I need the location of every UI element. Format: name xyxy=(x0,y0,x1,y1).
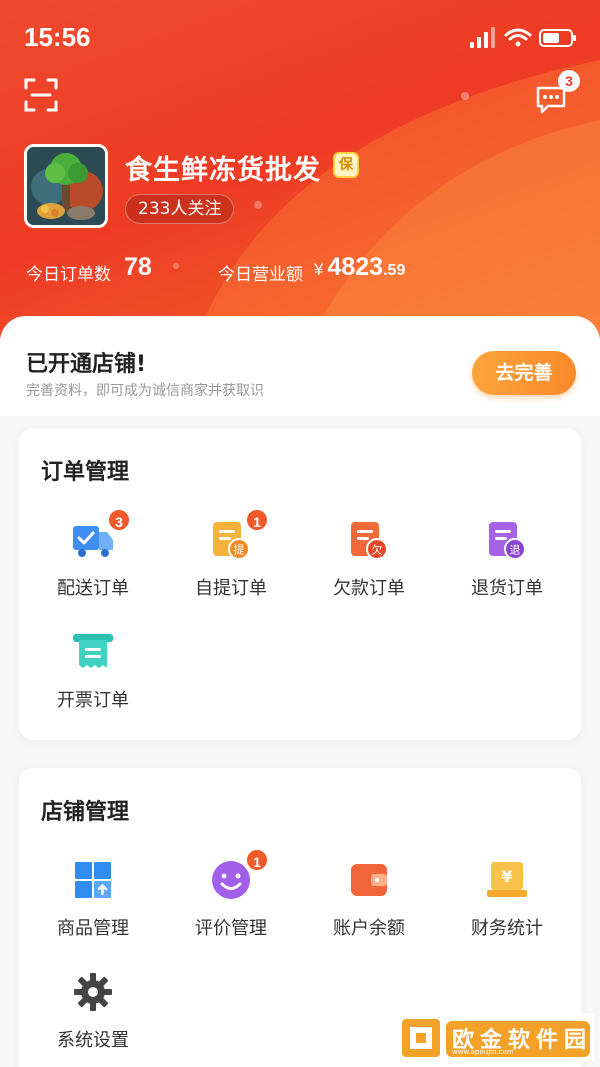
system-settings-label: 系统设置 xyxy=(57,1030,129,1051)
status-icons xyxy=(470,27,576,48)
invoice-orders-item[interactable]: 开票订单 xyxy=(23,632,163,728)
review-management-item[interactable]: 1 评价管理 xyxy=(161,848,301,956)
battery-icon xyxy=(539,29,576,47)
main-content: 已开通店铺! 完善资料，即可成为诚信商家并获取识 去完善 订单管理 3 配送订单 xyxy=(0,316,600,1067)
store-opened-banner: 已开通店铺! 完善资料，即可成为诚信商家并获取识 去完善 xyxy=(0,316,600,416)
status-time: 15:56 xyxy=(24,22,91,52)
promo-subtitle: 完善资料，即可成为诚信商家并获取识 xyxy=(26,383,264,399)
pickup-orders-item[interactable]: 提 1 自提订单 xyxy=(161,508,301,616)
shop-logo-tree-icon xyxy=(27,147,105,225)
account-balance-item[interactable]: 账户余额 xyxy=(299,860,439,956)
product-management-item[interactable]: 商品管理 xyxy=(23,860,163,956)
status-bar: 15:56 xyxy=(0,0,600,72)
debt-icon-text: 欠 xyxy=(372,543,383,557)
shop-name: 食生鲜冻货批发 xyxy=(125,155,321,186)
finance-icon-text: ¥ xyxy=(501,867,512,886)
return-orders-label: 退货订单 xyxy=(471,578,543,599)
delivery-truck-icon xyxy=(73,526,113,557)
account-balance-label: 账户余额 xyxy=(333,918,405,939)
pickup-orders-label: 自提订单 xyxy=(195,578,267,599)
debt-orders-item[interactable]: 欠 欠款订单 xyxy=(299,520,439,616)
finance-stats-label: 财务统计 xyxy=(471,918,543,939)
followers-count[interactable]: 233人关注 xyxy=(125,194,235,224)
store-management-title: 店铺管理 xyxy=(41,800,130,825)
message-button[interactable]: 3 xyxy=(534,70,580,114)
today-revenue-value: ¥4823.59 xyxy=(314,253,405,282)
guarantee-badge: 保 xyxy=(333,152,359,178)
system-settings-item[interactable]: 系统设置 xyxy=(23,972,163,1067)
debt-order-icon: 欠 xyxy=(351,522,388,560)
finance-icon: ¥ xyxy=(487,862,527,897)
pickup-orders-badge: 1 xyxy=(245,508,269,532)
product-grid-icon xyxy=(75,862,111,898)
invoice-orders-label: 开票订单 xyxy=(57,690,129,711)
message-count-badge: 3 xyxy=(558,70,580,92)
watermark-url: www.apoujin.com xyxy=(452,1048,514,1056)
gear-icon xyxy=(74,973,112,1011)
revenue-currency: ¥ xyxy=(314,260,324,279)
scan-button[interactable] xyxy=(24,78,58,112)
wifi-icon xyxy=(504,28,532,47)
promo-title: 已开通店铺! xyxy=(26,352,147,377)
delivery-orders-item[interactable]: 3 配送订单 xyxy=(23,508,163,616)
site-watermark: 欧金软件园 www.apoujin.com xyxy=(398,1013,594,1063)
invoice-icon xyxy=(73,634,113,668)
product-management-label: 商品管理 xyxy=(57,918,129,939)
order-management-title: 订单管理 xyxy=(41,460,130,485)
order-management-card: 订单管理 3 配送订单 提 1 自提订单 欠 欠款订单 退 退货订单 开票订单 xyxy=(19,428,581,740)
pickup-order-icon: 提 xyxy=(213,522,250,560)
review-management-label: 评价管理 xyxy=(195,918,267,939)
smile-review-icon xyxy=(212,861,250,899)
revenue-decimal: .59 xyxy=(383,262,406,279)
delivery-orders-badge: 3 xyxy=(107,508,131,532)
revenue-integer: 4823 xyxy=(327,253,384,281)
complete-profile-button[interactable]: 去完善 xyxy=(472,351,576,395)
today-orders-label: 今日订单数 xyxy=(26,265,111,285)
shop-header: 15:56 3 食生鲜冻货批发 保 233人关注 今日订单数 78 今日营业额 … xyxy=(0,0,600,360)
shop-logo[interactable] xyxy=(24,144,108,228)
pickup-icon-text: 提 xyxy=(234,544,245,557)
finance-stats-item[interactable]: ¥ 财务统计 xyxy=(437,860,577,956)
return-order-icon: 退 xyxy=(489,522,526,560)
scan-icon xyxy=(24,78,58,112)
today-revenue-label: 今日营业额 xyxy=(218,265,303,285)
delivery-orders-label: 配送订单 xyxy=(57,578,129,599)
today-orders-value: 78 xyxy=(124,253,152,281)
return-icon-text: 退 xyxy=(510,544,521,557)
review-management-badge: 1 xyxy=(245,848,269,872)
signal-icon xyxy=(470,27,495,48)
return-orders-item[interactable]: 退 退货订单 xyxy=(437,520,577,616)
debt-orders-label: 欠款订单 xyxy=(333,578,405,599)
wallet-icon xyxy=(351,864,387,896)
